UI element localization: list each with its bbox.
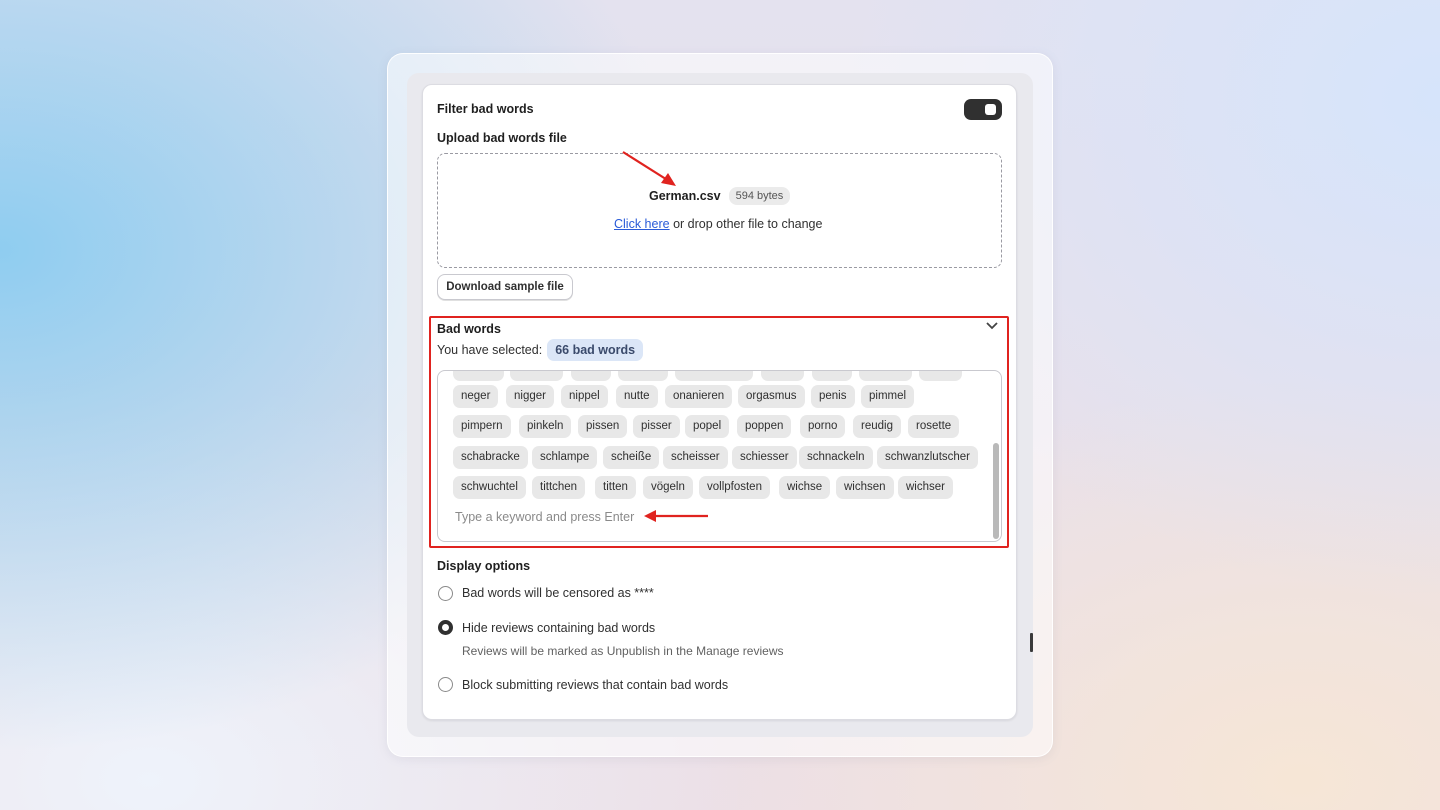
word-tag[interactable]: wichse — [779, 476, 831, 499]
toggle-knob — [985, 104, 996, 115]
tag-partial — [859, 371, 912, 381]
hide-reviews-option-label: Hide reviews containing bad words — [462, 621, 656, 635]
word-tag[interactable]: pimpern — [453, 415, 511, 438]
censor-option-label: Bad words will be censored as **** — [462, 586, 654, 600]
word-tag[interactable]: neger — [453, 385, 499, 408]
tag-partial — [761, 371, 804, 381]
word-tag[interactable]: popel — [685, 415, 730, 438]
word-tag[interactable]: penis — [811, 385, 855, 408]
word-tag[interactable]: nigger — [506, 385, 554, 408]
word-tag[interactable]: nutte — [616, 385, 658, 408]
change-file-text: or drop other file to change — [673, 217, 823, 231]
selected-summary: You have selected: 66 bad words — [437, 339, 644, 361]
tag-partial — [453, 371, 504, 381]
file-dropzone[interactable] — [437, 153, 1002, 268]
word-tag[interactable]: wichsen — [836, 476, 894, 499]
word-tag[interactable]: vögeln — [643, 476, 693, 499]
word-tag[interactable]: porno — [800, 415, 846, 438]
word-tag[interactable]: pimmel — [861, 385, 915, 408]
change-file-line: Click here or drop other file to change — [614, 217, 822, 231]
tag-partial — [675, 371, 753, 381]
side-scroll-handle — [1030, 633, 1033, 652]
annotation-arrow-icon — [644, 510, 708, 522]
filter-title: Filter bad words — [437, 102, 534, 116]
tag-partial — [571, 371, 611, 381]
chevron-down-icon[interactable] — [985, 320, 999, 332]
word-tag[interactable]: schwanzlutscher — [877, 446, 979, 469]
bad-words-title: Bad words — [437, 322, 501, 336]
word-tag[interactable]: poppen — [737, 415, 792, 438]
tag-partial — [919, 371, 962, 381]
word-tag[interactable]: schiesser — [732, 446, 797, 469]
word-tag[interactable]: onanieren — [665, 385, 733, 408]
click-here-link[interactable]: Click here — [614, 217, 670, 231]
word-tag[interactable]: orgasmus — [738, 385, 805, 408]
word-tag[interactable]: schwuchtel — [453, 476, 526, 499]
list-scrollbar[interactable] — [993, 443, 999, 539]
word-tag[interactable]: scheisser — [663, 446, 728, 469]
word-tag[interactable]: scheiße — [603, 446, 660, 469]
word-tag[interactable]: rosette — [908, 415, 960, 438]
filter-toggle[interactable] — [964, 99, 1002, 120]
block-submit-option-label: Block submitting reviews that contain ba… — [462, 678, 729, 692]
word-tag[interactable]: schlampe — [532, 446, 598, 469]
selected-label: You have selected: — [437, 343, 543, 357]
word-tag[interactable]: nippel — [561, 385, 608, 408]
word-tag[interactable]: pinkeln — [519, 415, 572, 438]
upload-title: Upload bad words file — [437, 131, 567, 145]
word-tag[interactable]: schnackeln — [799, 446, 873, 469]
word-tag[interactable]: wichser — [898, 476, 953, 499]
tag-partial — [618, 371, 668, 381]
word-tag[interactable]: vollpfosten — [699, 476, 770, 499]
censor-radio[interactable] — [438, 586, 453, 601]
word-tag[interactable]: tittchen — [532, 476, 586, 499]
block-submit-radio[interactable] — [438, 677, 453, 692]
word-tag[interactable]: pisser — [633, 415, 680, 438]
file-size-badge: 594 bytes — [728, 187, 791, 205]
annotation-arrow-icon — [622, 151, 676, 186]
keyword-input[interactable] — [455, 509, 645, 525]
selected-count-badge: 66 bad words — [547, 339, 644, 361]
word-tag[interactable]: reudig — [853, 415, 901, 438]
download-sample-button[interactable]: Download sample file — [437, 274, 573, 300]
word-tag[interactable]: schabracke — [453, 446, 528, 469]
word-tag[interactable]: pissen — [578, 415, 628, 438]
display-options-title: Display options — [437, 559, 531, 573]
word-tag[interactable]: titten — [595, 476, 636, 499]
tag-partial — [812, 371, 852, 381]
hide-reviews-radio[interactable] — [438, 620, 453, 635]
tag-partial — [510, 371, 563, 381]
hide-reviews-option-help: Reviews will be marked as Unpublish in t… — [462, 644, 784, 658]
